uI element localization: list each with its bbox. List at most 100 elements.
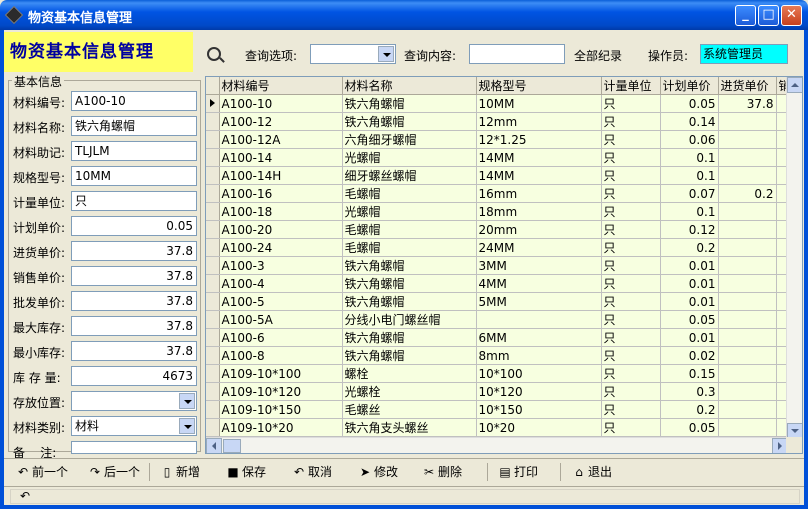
table-row[interactable]: A100-4 铁六角螺帽 4MM 只 0.01: [206, 274, 797, 293]
maximize-button[interactable]: □: [758, 5, 779, 26]
table-cell[interactable]: 0.2: [718, 184, 777, 203]
row-indicator[interactable]: [206, 184, 220, 203]
table-cell[interactable]: 0.1: [660, 202, 719, 221]
table-cell[interactable]: A109-10*20: [219, 418, 343, 437]
table-cell[interactable]: 0.2: [660, 400, 719, 419]
table-cell[interactable]: 0.02: [660, 346, 719, 365]
plan-price-input[interactable]: 0.05: [71, 216, 197, 236]
table-cell[interactable]: 分线小电门螺丝帽: [342, 310, 477, 329]
table-cell[interactable]: 光螺栓: [342, 382, 477, 401]
table-cell[interactable]: 铁六角螺帽: [342, 274, 477, 293]
scroll-thumb[interactable]: [223, 439, 241, 453]
save-button[interactable]: ■ 保存: [226, 462, 266, 482]
delete-button[interactable]: ✂ 删除: [422, 462, 462, 482]
table-cell[interactable]: 10MM: [476, 94, 602, 113]
add-button[interactable]: ▯ 新增: [160, 462, 200, 482]
table-cell[interactable]: A100-12: [219, 112, 343, 131]
table-cell[interactable]: A100-10: [219, 94, 343, 113]
table-cell[interactable]: 24MM: [476, 238, 602, 257]
table-cell[interactable]: A100-5A: [219, 310, 343, 329]
table-cell[interactable]: 37.8: [718, 94, 777, 113]
table-cell[interactable]: 0.05: [660, 94, 719, 113]
table-cell[interactable]: 只: [601, 256, 661, 275]
table-cell[interactable]: [718, 202, 777, 221]
row-indicator[interactable]: [206, 310, 220, 329]
table-cell[interactable]: 只: [601, 202, 661, 221]
table-row[interactable]: A100-14H 细牙螺丝螺帽 14MM 只 0.1: [206, 166, 797, 185]
table-cell[interactable]: 0.1: [660, 166, 719, 185]
max-stock-input[interactable]: 37.8: [71, 316, 197, 336]
table-cell[interactable]: 只: [601, 346, 661, 365]
table-cell[interactable]: 10*120: [476, 382, 602, 401]
table-cell[interactable]: 只: [601, 382, 661, 401]
table-cell[interactable]: A100-14H: [219, 166, 343, 185]
table-row[interactable]: A100-10 铁六角螺帽 10MM 只 0.05 37.8: [206, 94, 797, 113]
table-row[interactable]: A100-12 铁六角螺帽 12mm 只 0.14: [206, 112, 797, 131]
table-cell[interactable]: 只: [601, 418, 661, 437]
table-cell[interactable]: [476, 310, 602, 329]
table-row[interactable]: A109-10*100 螺栓 10*100 只 0.15: [206, 364, 797, 383]
table-cell[interactable]: 光螺帽: [342, 148, 477, 167]
table-cell[interactable]: 只: [601, 112, 661, 131]
table-cell[interactable]: 只: [601, 238, 661, 257]
scroll-left-icon[interactable]: [206, 438, 222, 453]
close-button[interactable]: ✕: [781, 5, 802, 26]
row-indicator[interactable]: [206, 94, 220, 113]
table-row[interactable]: A100-3 铁六角螺帽 3MM 只 0.01: [206, 256, 797, 275]
table-row[interactable]: A109-10*20 铁六角支头螺丝 10*20 只 0.05: [206, 418, 797, 437]
materials-grid[interactable]: 材料编号 材料名称 规格型号 计量单位 计划单价 进货单价 销 A100-10 铁…: [205, 76, 803, 454]
table-cell[interactable]: A100-4: [219, 274, 343, 293]
table-cell[interactable]: 螺栓: [342, 364, 477, 383]
row-indicator[interactable]: [206, 130, 220, 149]
table-row[interactable]: A100-6 铁六角螺帽 6MM 只 0.01: [206, 328, 797, 347]
table-cell[interactable]: [718, 274, 777, 293]
table-cell[interactable]: 铁六角螺帽: [342, 292, 477, 311]
row-indicator[interactable]: [206, 238, 220, 257]
table-row[interactable]: A109-10*150 毛螺丝 10*150 只 0.2: [206, 400, 797, 419]
table-cell[interactable]: 8mm: [476, 346, 602, 365]
table-cell[interactable]: 0.06: [660, 130, 719, 149]
unit-input[interactable]: 只: [71, 191, 197, 211]
table-row[interactable]: A100-12A 六角细牙螺帽 12*1.25 只 0.06: [206, 130, 797, 149]
table-cell[interactable]: 12mm: [476, 112, 602, 131]
all-records-button[interactable]: 全部纪录: [574, 47, 622, 64]
table-cell[interactable]: 16mm: [476, 184, 602, 203]
table-cell[interactable]: 4MM: [476, 274, 602, 293]
table-cell[interactable]: 0.2: [660, 238, 719, 257]
vertical-scrollbar[interactable]: [786, 77, 802, 439]
table-cell[interactable]: 只: [601, 94, 661, 113]
purchase-price-input[interactable]: 37.8: [71, 241, 197, 261]
chevron-down-icon[interactable]: [378, 46, 394, 62]
table-cell[interactable]: 0.07: [660, 184, 719, 203]
search-icon[interactable]: [207, 47, 221, 61]
table-cell[interactable]: A100-20: [219, 220, 343, 239]
table-cell[interactable]: A109-10*150: [219, 400, 343, 419]
query-option-select[interactable]: [310, 44, 396, 64]
table-cell[interactable]: 只: [601, 220, 661, 239]
row-indicator[interactable]: [206, 292, 220, 311]
row-indicator[interactable]: [206, 220, 220, 239]
table-cell[interactable]: A109-10*120: [219, 382, 343, 401]
table-row[interactable]: A100-24 毛螺帽 24MM 只 0.2: [206, 238, 797, 257]
table-cell[interactable]: 只: [601, 166, 661, 185]
table-cell[interactable]: 毛螺帽: [342, 184, 477, 203]
table-cell[interactable]: 铁六角螺帽: [342, 94, 477, 113]
chevron-down-icon[interactable]: [179, 418, 195, 434]
table-cell[interactable]: 20mm: [476, 220, 602, 239]
row-indicator[interactable]: [206, 400, 220, 419]
table-cell[interactable]: 六角细牙螺帽: [342, 130, 477, 149]
table-cell[interactable]: 0.1: [660, 148, 719, 167]
row-indicator[interactable]: [206, 256, 220, 275]
table-cell[interactable]: 铁六角螺帽: [342, 256, 477, 275]
table-cell[interactable]: 10*100: [476, 364, 602, 383]
table-cell[interactable]: A100-12A: [219, 130, 343, 149]
table-cell[interactable]: [718, 346, 777, 365]
column-header[interactable]: 计量单位: [601, 77, 661, 95]
table-cell[interactable]: 只: [601, 328, 661, 347]
table-cell[interactable]: 0.12: [660, 220, 719, 239]
table-cell[interactable]: 铁六角螺帽: [342, 112, 477, 131]
table-cell[interactable]: A100-18: [219, 202, 343, 221]
table-cell[interactable]: A100-16: [219, 184, 343, 203]
table-cell[interactable]: 只: [601, 148, 661, 167]
table-cell[interactable]: 6MM: [476, 328, 602, 347]
